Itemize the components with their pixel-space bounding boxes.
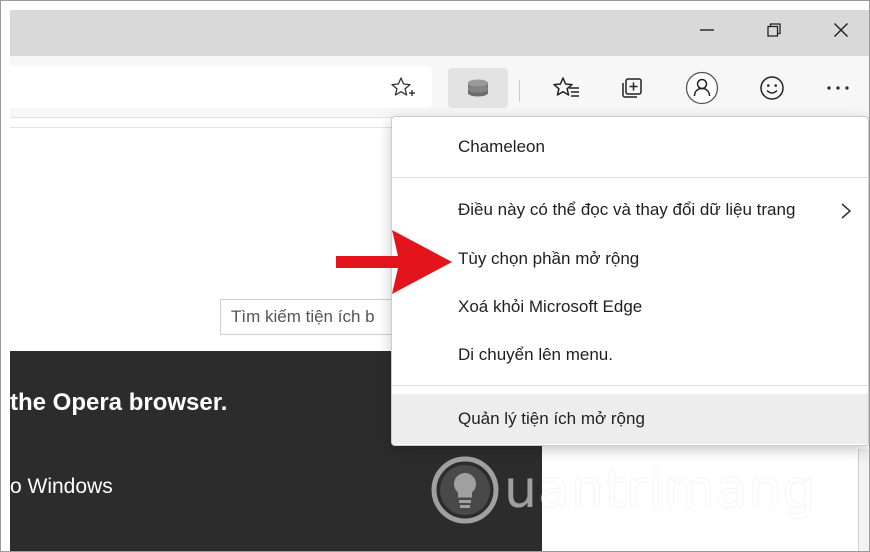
favorites-icon	[553, 77, 579, 97]
red-arrow-annotation	[336, 230, 452, 294]
menu-item-move-to-menu[interactable]: Di chuyển lên menu.	[392, 331, 868, 379]
menu-item-label: Xoá khỏi Microsoft Edge	[458, 297, 643, 316]
toolbar-separator	[519, 80, 520, 102]
menu-item-remove[interactable]: Xoá khỏi Microsoft Edge	[392, 283, 868, 331]
profile-button[interactable]	[682, 70, 722, 106]
feedback-button[interactable]	[752, 70, 792, 106]
scrollbar[interactable]	[858, 449, 870, 552]
more-button[interactable]	[818, 70, 858, 106]
chevron-right-icon	[841, 203, 852, 219]
menu-item-label: Điều này có thể đọc và thay đổi dữ liệu …	[458, 200, 796, 219]
profile-icon	[685, 71, 719, 105]
star-add-icon	[391, 77, 415, 96]
menu-divider	[392, 385, 868, 386]
title-bar	[10, 10, 870, 56]
favorites-button[interactable]	[546, 70, 586, 106]
watermark: uantrimang	[430, 455, 816, 525]
restore-icon	[767, 23, 781, 37]
menu-item-label: Di chuyển lên menu.	[458, 345, 613, 364]
menu-item-extension-options[interactable]: Tùy chọn phần mở rộng	[392, 235, 868, 283]
collections-icon	[622, 78, 642, 98]
emoji-icon	[760, 76, 784, 100]
more-icon	[827, 86, 849, 90]
search-placeholder: Tìm kiếm tiện ích b	[231, 307, 375, 326]
banner-subtitle: o Windows	[10, 475, 113, 498]
address-bar[interactable]	[10, 66, 432, 108]
extension-context-menu: Chameleon Điều này có thể đọc và thay đổ…	[391, 116, 869, 446]
menu-header-label: Chameleon	[458, 137, 545, 156]
menu-item-label: Tùy chọn phần mở rộng	[458, 249, 640, 268]
chameleon-extension-button[interactable]	[448, 68, 508, 108]
menu-item-manage-extensions[interactable]: Quản lý tiện ích mở rộng	[392, 394, 868, 444]
menu-item-label: Quản lý tiện ích mở rộng	[458, 409, 645, 428]
collections-button[interactable]	[612, 70, 652, 106]
menu-item-site-access[interactable]: Điều này có thể đọc và thay đổi dữ liệu …	[392, 186, 868, 234]
content-divider	[10, 127, 410, 128]
add-favorite-button[interactable]	[388, 76, 418, 100]
chameleon-extension-icon	[468, 79, 488, 97]
lightbulb-logo-icon	[431, 456, 499, 524]
minimize-icon	[700, 29, 714, 31]
minimize-button[interactable]	[672, 10, 742, 50]
banner-title: the Opera browser.	[10, 389, 228, 416]
menu-divider	[392, 177, 868, 178]
restore-button[interactable]	[739, 10, 809, 50]
browser-toolbar	[10, 56, 870, 118]
extension-search-input[interactable]: Tìm kiếm tiện ích b	[220, 299, 420, 335]
menu-extension-name: Chameleon	[392, 123, 868, 171]
close-icon	[834, 23, 848, 37]
close-button[interactable]	[806, 10, 870, 50]
watermark-text: uantrimang	[504, 460, 817, 520]
